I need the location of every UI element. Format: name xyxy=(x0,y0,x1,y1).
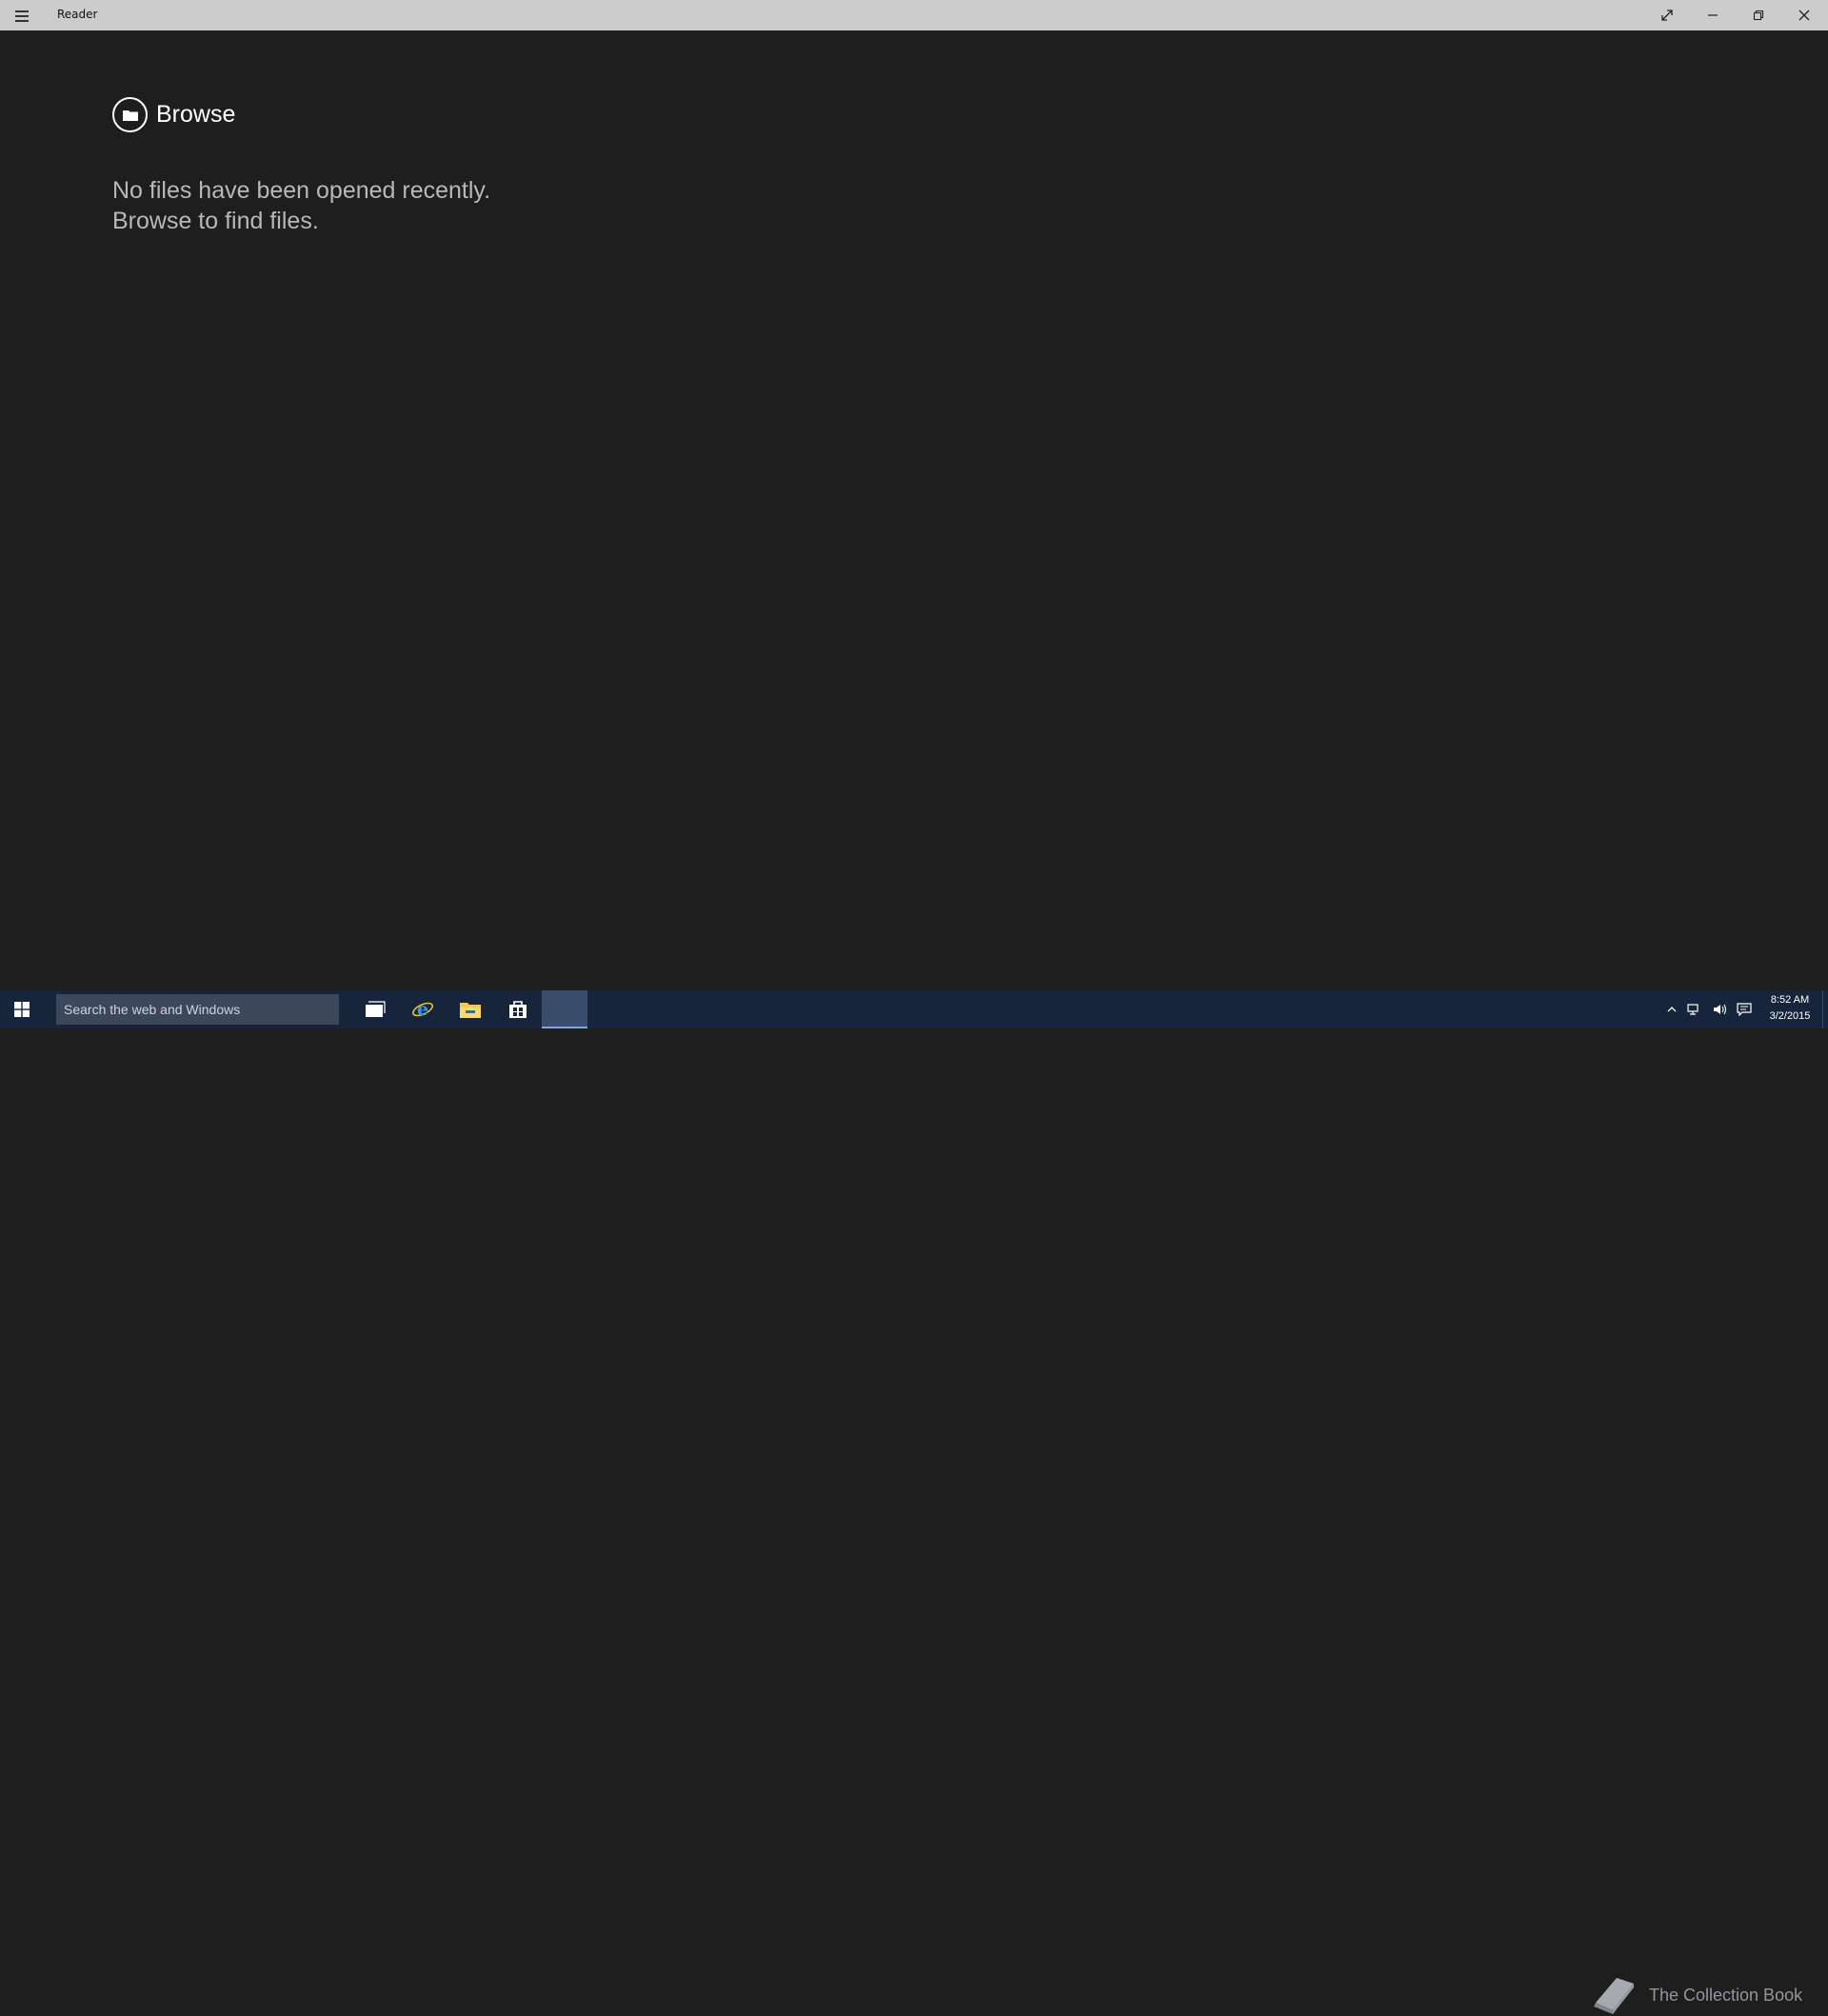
search-input[interactable]: Search the web and Windows xyxy=(56,994,339,1025)
title-bar: Reader xyxy=(0,0,1828,30)
clock-time: 8:52 AM xyxy=(1770,994,1810,1006)
show-hidden-icons-button[interactable] xyxy=(1662,990,1681,1028)
svg-text:e: e xyxy=(417,999,428,1020)
watermark-text: The Collection Book xyxy=(1649,1985,1803,2005)
windows-logo-icon xyxy=(14,1002,30,1017)
empty-state-line-1: No files have been opened recently. xyxy=(112,177,491,204)
minimize-icon xyxy=(1708,14,1718,16)
restore-icon xyxy=(1753,10,1764,21)
action-center-icon xyxy=(1737,1003,1752,1016)
file-explorer-icon xyxy=(460,1003,481,1018)
network-icon xyxy=(1687,1004,1699,1015)
file-explorer-button[interactable] xyxy=(447,990,493,1028)
fullscreen-button[interactable] xyxy=(1645,0,1689,30)
browse-button[interactable]: Browse xyxy=(112,97,235,132)
task-view-button[interactable] xyxy=(352,990,398,1028)
clock[interactable]: 8:52 AM 3/2/2015 xyxy=(1763,992,1817,1025)
show-desktop-button[interactable] xyxy=(1822,990,1828,1028)
reader-taskbar-button[interactable] xyxy=(542,990,587,1028)
volume-icon xyxy=(1714,1004,1727,1015)
watermark: The Collection Book xyxy=(1588,1974,1817,2016)
hamburger-menu-icon[interactable] xyxy=(13,8,30,23)
task-view-icon xyxy=(366,1001,386,1017)
close-icon xyxy=(1798,10,1810,21)
empty-state-line-2: Browse to find files. xyxy=(112,208,319,234)
chevron-up-icon xyxy=(1667,1007,1677,1012)
close-button[interactable] xyxy=(1782,0,1826,30)
internet-explorer-icon: e xyxy=(412,999,433,1020)
taskbar: Search the web and Windows e The Collect… xyxy=(0,990,1828,2014)
browse-label: Browse xyxy=(156,101,236,128)
store-icon xyxy=(509,1001,527,1018)
action-center-button[interactable] xyxy=(1733,990,1756,1028)
minimize-button[interactable] xyxy=(1691,0,1735,30)
network-button[interactable] xyxy=(1683,990,1706,1028)
restore-button[interactable] xyxy=(1737,0,1780,30)
main-content: Browse No files have been opened recentl… xyxy=(0,30,1828,990)
expand-icon xyxy=(1661,10,1673,21)
store-button[interactable] xyxy=(495,990,541,1028)
volume-button[interactable] xyxy=(1708,990,1731,1028)
folder-icon xyxy=(122,110,138,121)
start-button[interactable] xyxy=(0,990,44,1028)
window-title: Reader xyxy=(57,8,98,21)
book-icon xyxy=(1594,1978,1634,2014)
browse-circle xyxy=(112,97,148,132)
internet-explorer-button[interactable]: e xyxy=(400,990,446,1028)
empty-state-message: No files have been opened recently. Brow… xyxy=(112,175,490,236)
clock-date: 3/2/2015 xyxy=(1769,1010,1811,1022)
